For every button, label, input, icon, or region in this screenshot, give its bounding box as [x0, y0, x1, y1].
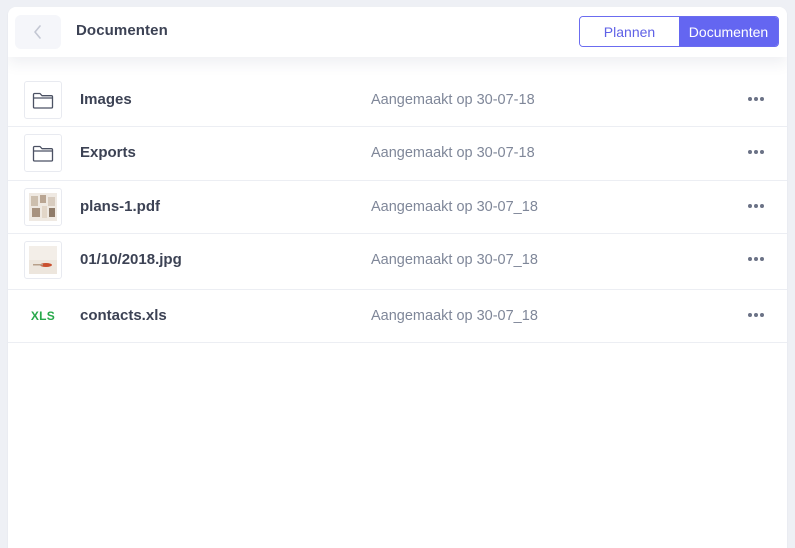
more-horizontal-icon[interactable]: [744, 195, 768, 217]
file-created-date: Aangemaakt op 30-07_18: [371, 308, 538, 324]
page-title: Documenten: [76, 22, 168, 39]
file-list: Images Aangemaakt op 30-07-18 Exports Aa…: [8, 74, 787, 343]
file-name[interactable]: plans-1.pdf: [80, 198, 160, 215]
back-button[interactable]: [15, 15, 61, 49]
tab-plannen[interactable]: Plannen: [580, 17, 679, 46]
file-row-images[interactable]: Images Aangemaakt op 30-07-18: [8, 74, 787, 127]
folder-icon: [24, 134, 62, 172]
more-horizontal-icon[interactable]: [744, 248, 768, 270]
more-horizontal-icon[interactable]: [744, 141, 768, 163]
file-created-date: Aangemaakt op 30-07-18: [371, 92, 535, 108]
file-name[interactable]: contacts.xls: [80, 307, 167, 324]
file-created-date: Aangemaakt op 30-07-18: [371, 145, 535, 161]
file-created-date: Aangemaakt op 30-07_18: [371, 252, 538, 268]
chevron-left-icon: [33, 25, 43, 39]
file-row-exports[interactable]: Exports Aangemaakt op 30-07-18: [8, 127, 787, 181]
jpg-thumbnail: [24, 241, 62, 279]
header-bar: Documenten Plannen Documenten: [8, 7, 787, 57]
pdf-thumbnail: [24, 188, 62, 226]
file-name[interactable]: Images: [80, 91, 132, 108]
more-horizontal-icon[interactable]: [744, 304, 768, 326]
file-created-date: Aangemaakt op 30-07_18: [371, 199, 538, 215]
file-name[interactable]: Exports: [80, 144, 136, 161]
file-row-plans-pdf[interactable]: plans-1.pdf Aangemaakt op 30-07_18: [8, 181, 787, 234]
xls-icon-label: XLS: [30, 309, 56, 323]
more-horizontal-icon[interactable]: [744, 88, 768, 110]
tab-documenten[interactable]: Documenten: [679, 17, 778, 46]
xls-icon: XLS: [24, 297, 62, 335]
view-toggle: Plannen Documenten: [579, 16, 779, 47]
documents-panel: Documenten Plannen Documenten Images Aan…: [8, 7, 787, 548]
file-row-jpg[interactable]: 01/10/2018.jpg Aangemaakt op 30-07_18: [8, 234, 787, 290]
file-name[interactable]: 01/10/2018.jpg: [80, 251, 182, 268]
file-row-contacts-xls[interactable]: XLS contacts.xls Aangemaakt op 30-07_18: [8, 290, 787, 343]
folder-icon: [24, 81, 62, 119]
